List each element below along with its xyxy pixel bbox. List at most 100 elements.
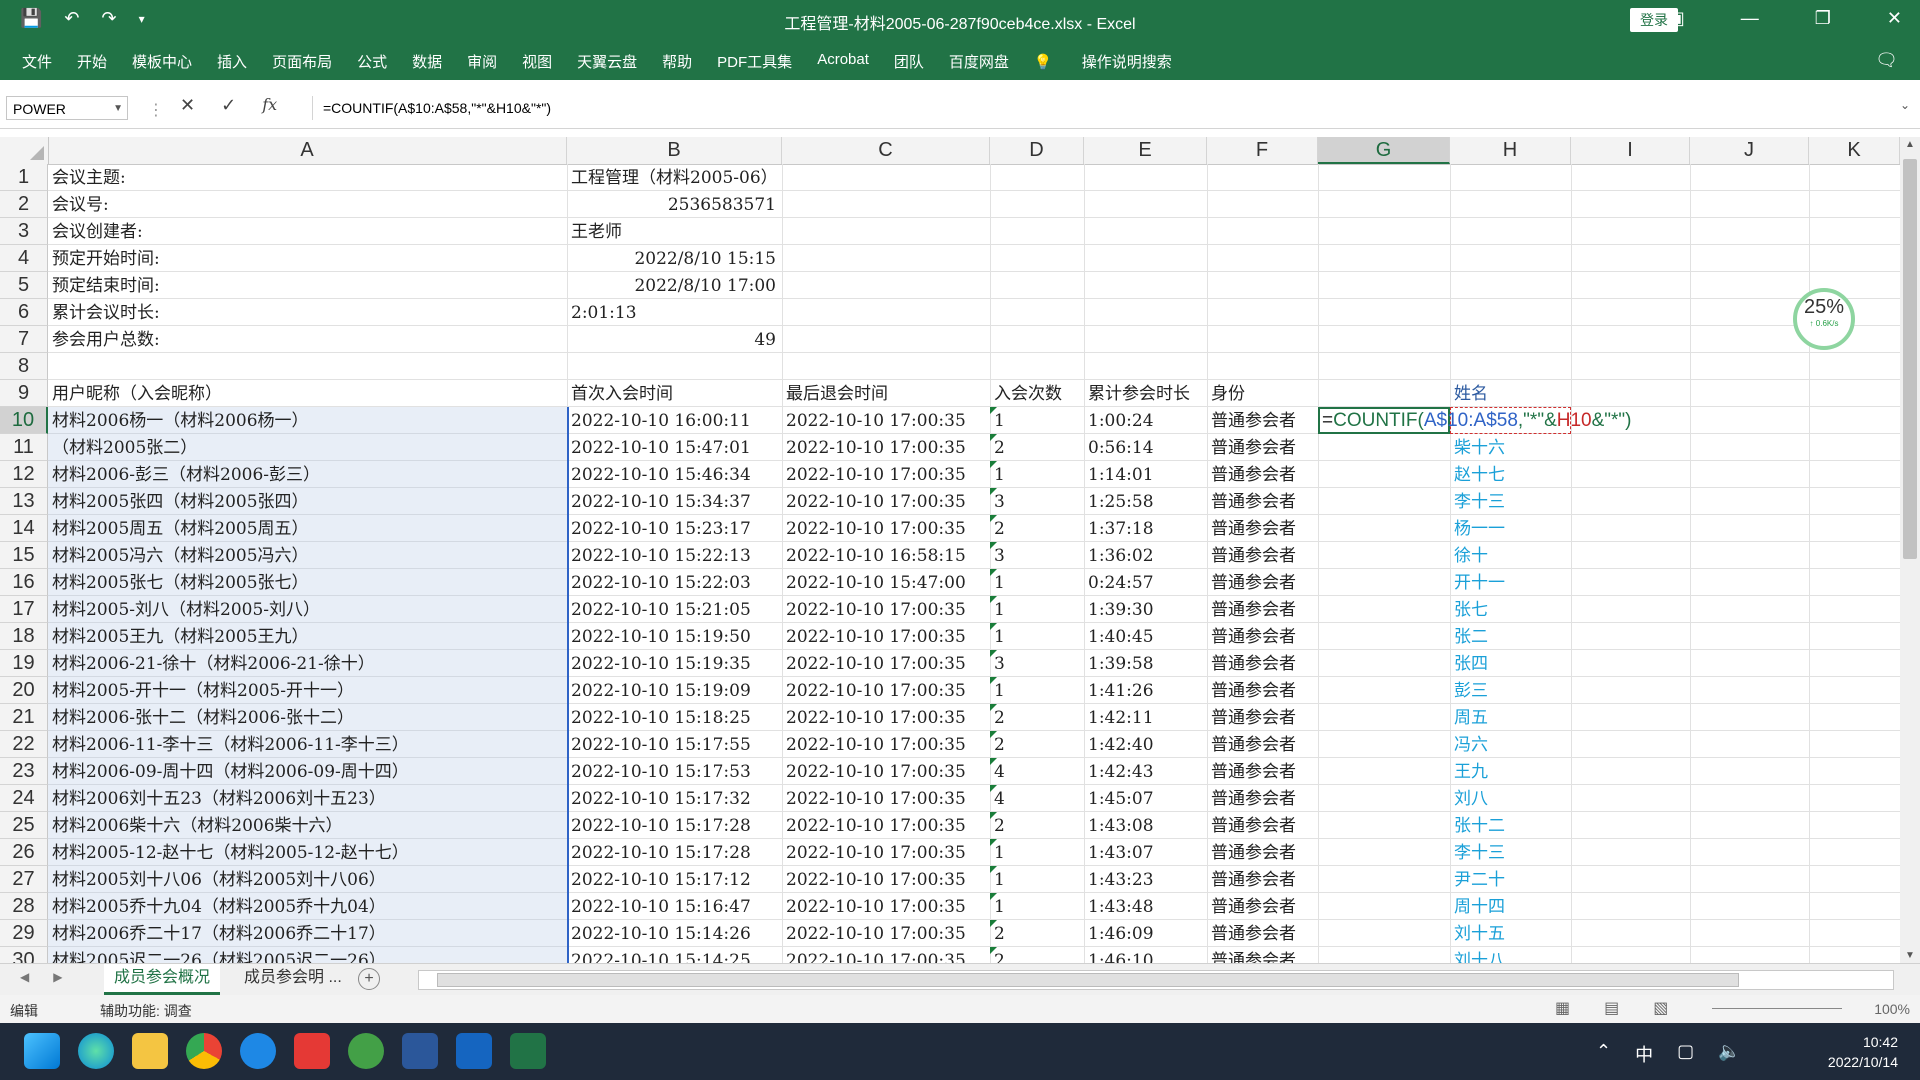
row-header[interactable]: 19 — [0, 650, 48, 677]
name-cell[interactable]: 材料2005周五（材料2005周五） — [48, 515, 567, 542]
expand-formula-icon[interactable]: ⌄ — [1900, 98, 1910, 112]
lookup-name-cell[interactable]: 徐十 — [1450, 542, 1488, 569]
name-cell[interactable]: 材料2005乔十九04（材料2005乔十九04） — [48, 893, 567, 920]
ribbon-tab[interactable]: 插入 — [217, 51, 247, 72]
duration-cell[interactable]: 1:41:26 — [1084, 677, 1154, 704]
row-header[interactable]: 5 — [0, 272, 48, 299]
time-cell[interactable]: 2022-10-10 15:17:28 — [567, 812, 751, 839]
duration-cell[interactable]: 1:39:30 — [1084, 596, 1154, 623]
normal-view-icon[interactable]: ▦ — [1555, 998, 1570, 1018]
duration-cell[interactable]: 1:43:48 — [1084, 893, 1154, 920]
row-header[interactable]: 6 — [0, 299, 48, 326]
cell-area[interactable]: 会议主题: 工程管理（材料2005-06） 会议号: 2536583571 会议创建者:… — [48, 164, 1900, 963]
ribbon-tab[interactable]: 页面布局 — [272, 51, 332, 72]
time-cell[interactable]: 2022-10-10 15:14:25 — [567, 947, 751, 963]
horizontal-scrollbar[interactable] — [418, 970, 1894, 990]
ribbon-tab[interactable]: 数据 — [412, 51, 442, 72]
duration-cell[interactable]: 1:45:07 — [1084, 785, 1154, 812]
ribbon-tab[interactable]: PDF工具集 — [717, 51, 792, 72]
role-cell[interactable]: 普通参会者 — [1207, 461, 1296, 488]
chevron-down-icon[interactable]: ▼ — [113, 97, 123, 121]
duration-cell[interactable]: 1:36:02 — [1084, 542, 1154, 569]
time-cell[interactable]: 2022-10-10 17:00:35 — [782, 488, 966, 515]
ribbon-tab[interactable]: 团队 — [894, 51, 924, 72]
duration-cell[interactable]: 1:46:09 — [1084, 920, 1154, 947]
time-cell[interactable]: 2022-10-10 15:47:00 — [782, 569, 966, 596]
header-cell[interactable]: 累计参会时长 — [1084, 380, 1190, 407]
time-cell[interactable]: 2022-10-10 17:00:35 — [782, 947, 966, 963]
info-label-cell[interactable]: 会议创建者: — [48, 218, 567, 245]
duration-cell[interactable]: 0:56:14 — [1084, 434, 1154, 461]
vertical-scroll-thumb[interactable] — [1903, 159, 1917, 559]
time-cell[interactable]: 2022-10-10 17:00:35 — [782, 704, 966, 731]
duration-cell[interactable]: 1:25:58 — [1084, 488, 1154, 515]
time-cell[interactable]: 2022-10-10 17:00:35 — [782, 731, 966, 758]
ribbon-tab[interactable]: Acrobat — [817, 51, 869, 72]
name-box[interactable]: POWER ▼ — [6, 96, 128, 120]
column-header[interactable]: C — [782, 137, 990, 164]
name-cell[interactable]: 材料2005刘十八06（材料2005刘十八06） — [48, 866, 567, 893]
time-cell[interactable]: 2022-10-10 15:17:55 — [567, 731, 751, 758]
taskbar-clock[interactable]: 10:42 2022/10/14 — [1828, 1032, 1898, 1072]
edge-browser-icon[interactable] — [78, 1033, 114, 1069]
info-label-cell[interactable]: 预定开始时间: — [48, 245, 567, 272]
row-header[interactable]: 18 — [0, 623, 48, 650]
time-cell[interactable]: 2022-10-10 15:17:32 — [567, 785, 751, 812]
role-cell[interactable]: 普通参会者 — [1207, 947, 1296, 963]
ribbon-tab[interactable]: 视图 — [522, 51, 552, 72]
ribbon-tab[interactable]: 帮助 — [662, 51, 692, 72]
name-cell[interactable]: 材料2006-张十二（材料2006-张十二） — [48, 704, 567, 731]
time-cell[interactable]: 2022-10-10 15:22:13 — [567, 542, 751, 569]
lookup-name-cell[interactable]: 王九 — [1450, 758, 1488, 785]
cancel-icon[interactable]: ✕ — [180, 95, 195, 116]
lookup-name-cell[interactable]: 刘十五 — [1450, 920, 1505, 947]
lookup-name-cell[interactable]: 周十四 — [1450, 893, 1505, 920]
header-cell[interactable]: 首次入会时间 — [567, 380, 673, 407]
time-cell[interactable]: 2022-10-10 15:16:47 — [567, 893, 751, 920]
add-sheet-icon[interactable]: + — [358, 968, 380, 990]
cloud-app-icon[interactable] — [456, 1033, 492, 1069]
info-label-cell[interactable]: 累计会议时长: — [48, 299, 567, 326]
column-header[interactable]: D — [990, 137, 1084, 164]
name-cell[interactable]: 材料2005-刘八（材料2005-刘八） — [48, 596, 567, 623]
row-header[interactable]: 16 — [0, 569, 48, 596]
info-value-cell[interactable]: 2022/8/10 17:00 — [567, 272, 782, 299]
column-header[interactable]: B — [567, 137, 782, 164]
page-layout-view-icon[interactable]: ▤ — [1604, 998, 1619, 1018]
role-cell[interactable]: 普通参会者 — [1207, 434, 1296, 461]
row-header[interactable]: 29 — [0, 920, 48, 947]
info-value-cell[interactable]: 王老师 — [567, 218, 622, 245]
role-cell[interactable]: 普通参会者 — [1207, 758, 1296, 785]
windows-start-icon[interactable] — [24, 1033, 60, 1069]
lookup-name-cell[interactable]: 杨一一 — [1450, 515, 1505, 542]
header-cell[interactable]: 用户昵称（入会昵称） — [48, 380, 222, 407]
header-cell[interactable]: 姓名 — [1450, 380, 1488, 407]
enter-icon[interactable]: ✓ — [221, 95, 236, 116]
time-cell[interactable]: 2022-10-10 17:00:35 — [782, 866, 966, 893]
lookup-name-cell[interactable]: 柴十六 — [1450, 434, 1505, 461]
row-header[interactable]: 28 — [0, 893, 48, 920]
name-cell[interactable]: 材料2005-开十一（材料2005-开十一） — [48, 677, 567, 704]
lookup-name-cell[interactable]: 尹二十 — [1450, 866, 1505, 893]
name-cell[interactable]: 材料2005迟二一26（材料2005迟二一26） — [48, 947, 567, 963]
role-cell[interactable]: 普通参会者 — [1207, 785, 1296, 812]
ribbon-tab[interactable]: 开始 — [77, 51, 107, 72]
time-cell[interactable]: 2022-10-10 15:22:03 — [567, 569, 751, 596]
prev-sheet-icon[interactable]: ◀ — [20, 970, 29, 984]
sheet-tab-active[interactable]: 成员参会概况 — [104, 964, 221, 995]
chrome-browser-icon[interactable] — [186, 1033, 222, 1069]
row-header[interactable]: 4 — [0, 245, 48, 272]
lookup-name-cell[interactable]: 开十一 — [1450, 569, 1505, 596]
role-cell[interactable]: 普通参会者 — [1207, 569, 1296, 596]
time-cell[interactable]: 2022-10-10 15:46:34 — [567, 461, 751, 488]
role-cell[interactable]: 普通参会者 — [1207, 839, 1296, 866]
role-cell[interactable]: 普通参会者 — [1207, 650, 1296, 677]
row-header[interactable]: 22 — [0, 731, 48, 758]
ribbon-tab[interactable]: 审阅 — [467, 51, 497, 72]
header-cell[interactable]: 最后退会时间 — [782, 380, 888, 407]
formula-input[interactable]: =COUNTIF(A$10:A$58,"*"&H10&"*") — [312, 96, 1877, 120]
time-cell[interactable]: 2022-10-10 17:00:35 — [782, 785, 966, 812]
role-cell[interactable]: 普通参会者 — [1207, 542, 1296, 569]
excel-icon[interactable] — [510, 1033, 546, 1069]
time-cell[interactable]: 2022-10-10 16:00:11 — [567, 407, 751, 434]
